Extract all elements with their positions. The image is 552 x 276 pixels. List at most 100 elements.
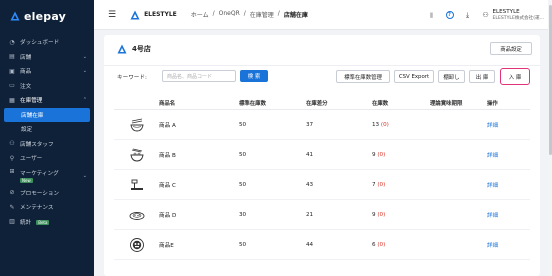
store-logo-icon (130, 10, 140, 19)
sidebar-item-label: 統計 (20, 219, 32, 226)
brand-logo[interactable]: elepay (0, 0, 94, 32)
sidebar-item-label: 店舗スタッフ (20, 141, 54, 148)
stock-diff: 21 (306, 211, 314, 218)
sidebar-item-stats[interactable]: ▥ 統計 Beta (0, 215, 94, 230)
product-name: 商品 C (159, 182, 176, 189)
sidebar: elepay ◔ ダッシュボード ▤ 店舗 ⌄ ▣ 商品 ⌄ ▭ 注文 ▦ 在庫… (0, 0, 94, 276)
col-actions: 操作 (487, 101, 498, 107)
sidebar-item-product[interactable]: ▣ 商品 ⌄ (0, 64, 94, 79)
detail-link[interactable]: 詳細 (487, 121, 530, 129)
detail-link[interactable]: 詳細 (487, 181, 530, 189)
standard-stock: 50 (239, 181, 247, 188)
sidebar-item-promotion[interactable]: ⊘ プロモーション (0, 186, 94, 201)
breadcrumb-inventory[interactable]: 在庫管理 (250, 10, 274, 19)
inbound-button[interactable]: 入 庫 (500, 68, 530, 85)
csv-export-button[interactable]: CSV Export (394, 70, 434, 83)
order-icon: ▭ (9, 82, 15, 90)
detail-link[interactable]: 詳細 (487, 211, 530, 219)
sidebar-item-users[interactable]: ⚲ ユーザー (0, 151, 94, 166)
maintenance-icon: ✎ (9, 203, 15, 211)
page-scrollbar[interactable] (548, 0, 552, 276)
sidebar-item-inventory[interactable]: ▦ 在庫管理 ⌃ (0, 93, 94, 108)
user-icon: ⚲ (9, 154, 15, 162)
sidebar-nav: ◔ ダッシュボード ▤ 店舗 ⌄ ▣ 商品 ⌄ ▭ 注文 ▦ 在庫管理 ⌃ 店舗… (0, 35, 94, 229)
stock-count: 6 (0) (372, 242, 430, 248)
brand-name: elepay (24, 9, 67, 23)
toggle-icon[interactable]: ▮ (428, 11, 436, 19)
card-header: 4号店 (117, 44, 151, 54)
stocktake-button[interactable]: 棚卸し (438, 70, 465, 83)
dashboard-icon: ◔ (9, 38, 15, 46)
sidebar-item-label: 店舗在庫 (21, 112, 44, 119)
table-row: 商品 C 50 43 7 (0) 詳細 (114, 170, 530, 200)
store-logo-icon (117, 44, 127, 54)
stock-delta: (0) (377, 211, 386, 218)
stats-icon: ▥ (9, 218, 15, 226)
sidebar-item-marketing[interactable]: ⊞ マーケティング New ⌄ (0, 166, 94, 186)
table-header: 商品名 標準在庫数 在庫差分 在庫数 理論賞味期限 操作 (114, 97, 530, 110)
breadcrumb-home[interactable]: ホーム (191, 10, 209, 19)
menu-toggle-icon[interactable]: ☰ (108, 10, 116, 20)
stock-count: 13 (0) (372, 122, 430, 128)
stock-count: 7 (0) (372, 182, 430, 188)
search-button[interactable]: 検 索 (240, 70, 268, 82)
chevron-down-icon: ⌄ (82, 68, 87, 75)
table-row: 商品E 50 44 6 (0) 詳細 (114, 230, 530, 260)
standard-stock-button[interactable]: 標準在庫数管理 (336, 70, 390, 83)
scrollbar-thumb[interactable] (548, 5, 552, 155)
product-settings-button[interactable]: 商品設定 (490, 42, 532, 55)
col-standard-stock: 標準在庫数 (239, 101, 266, 107)
sidebar-item-label: 商品 (20, 69, 32, 76)
stock-delta: (0) (377, 181, 386, 188)
stock-value: 6 (372, 241, 376, 248)
help-icon[interactable]: ? (445, 11, 454, 19)
sidebar-item-store-staff[interactable]: ⚇ 店舗スタッフ (0, 137, 94, 152)
dish-icon (129, 211, 144, 220)
outbound-button[interactable]: 出 庫 (469, 70, 495, 83)
inventory-icon: ▦ (9, 96, 15, 104)
stock-delta: (0) (377, 241, 386, 248)
sidebar-item-dashboard[interactable]: ◔ ダッシュボード (0, 35, 94, 50)
divider (104, 65, 540, 66)
download-icon[interactable]: ⤓ (464, 11, 472, 19)
stock-delta: (0) (380, 121, 389, 128)
stock-value: 9 (372, 211, 376, 218)
detail-link[interactable]: 詳細 (487, 151, 530, 159)
keyword-label: キーワード: (117, 75, 147, 81)
chevron-down-icon: ⌄ (82, 53, 87, 60)
stock-value: 9 (372, 151, 376, 158)
keyword-input[interactable]: 商品名、商品コード (162, 70, 236, 82)
sidebar-item-order[interactable]: ▭ 注文 (0, 79, 94, 94)
breadcrumb-separator: / (212, 10, 215, 17)
stock-value: 7 (372, 181, 376, 188)
sidebar-item-store[interactable]: ▤ 店舗 ⌄ (0, 50, 94, 65)
table-row: 商品 D 30 21 9 (0) 詳細 (114, 200, 530, 230)
product-name: 商品E (159, 242, 174, 249)
stock-value: 13 (372, 121, 380, 128)
sidebar-item-label: 設定 (21, 127, 33, 134)
sidebar-item-settings[interactable]: 設定 (0, 122, 94, 137)
stock-count: 9 (0) (372, 212, 430, 218)
noodle-bowl-icon (129, 148, 144, 161)
breadcrumb-separator: / (243, 10, 246, 17)
standard-stock: 50 (239, 151, 247, 158)
breadcrumb-oneqr[interactable]: OneQR (219, 10, 240, 19)
promotion-icon: ⊘ (9, 189, 15, 197)
stock-diff: 44 (306, 241, 314, 248)
inventory-table: 商品名 標準在庫数 在庫差分 在庫数 理論賞味期限 操作 商品 A 50 37 … (114, 97, 530, 260)
user-company: ELESTYLE株式会社(運... (492, 15, 545, 21)
sidebar-item-label: メンテナンス (20, 205, 54, 212)
user-menu[interactable]: ⚇ ELESTYLE ELESTYLE株式会社(運... (482, 9, 545, 21)
card-title: 4号店 (132, 45, 151, 53)
col-stock: 在庫数 (372, 101, 389, 107)
detail-link[interactable]: 詳細 (487, 241, 530, 249)
sidebar-item-store-stock[interactable]: 店舗在庫 (4, 107, 90, 122)
user-avatar-icon: ⚇ (482, 10, 489, 19)
sidebar-item-label: ダッシュボード (20, 40, 60, 47)
sidebar-item-label: ユーザー (20, 156, 43, 163)
main-content: 4号店 商品設定 キーワード: 商品名、商品コード 検 索 標準在庫数管理 CS… (94, 30, 552, 276)
inventory-card: 4号店 商品設定 キーワード: 商品名、商品コード 検 索 標準在庫数管理 CS… (104, 35, 540, 276)
top-header: ☰ ELESTYLE ホーム / OneQR / 在庫管理 / 店舗在庫 ▮ ?… (94, 0, 552, 30)
stock-diff: 43 (306, 181, 314, 188)
sidebar-item-maintenance[interactable]: ✎ メンテナンス (0, 200, 94, 215)
